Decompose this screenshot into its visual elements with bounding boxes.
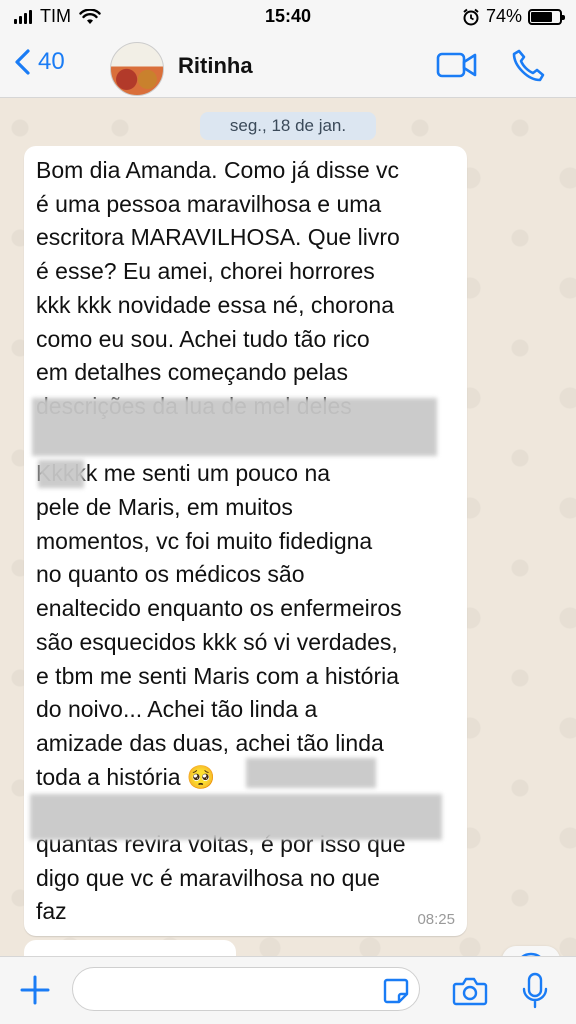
contact-name[interactable]: Ritinha bbox=[178, 53, 253, 79]
sticker-icon[interactable] bbox=[382, 977, 410, 1005]
microphone-icon[interactable] bbox=[520, 971, 550, 1011]
message-time: 08:25 bbox=[417, 911, 455, 928]
message-line: Bom dia Amanda. Como já disse vc bbox=[36, 157, 400, 183]
status-right: 74% bbox=[462, 6, 565, 27]
message-line: digo que vc é maravilhosa no que bbox=[36, 864, 380, 891]
message-line: é uma pessoa maravilhosa e uma bbox=[36, 190, 382, 217]
camera-icon[interactable] bbox=[452, 975, 488, 1007]
message-bubble[interactable]: Bom dia Amanda. Como já disse vc é uma pe… bbox=[24, 146, 467, 936]
message-input[interactable] bbox=[72, 967, 420, 1011]
scroll-down-button[interactable] bbox=[502, 946, 560, 956]
chat-area[interactable]: seg., 18 de jan. Bom dia Amanda. Como já… bbox=[0, 98, 576, 956]
message-line: toda a história 🥺 bbox=[36, 763, 216, 790]
message-line: escritora MARAVILHOSA. Que livro bbox=[36, 224, 400, 251]
chat-header: 40 Ritinha bbox=[0, 36, 576, 98]
unread-count: 40 bbox=[38, 48, 65, 75]
plus-icon[interactable] bbox=[18, 973, 52, 1007]
phone-call-icon[interactable] bbox=[510, 48, 546, 84]
message-line: kkk kkk novidade essa né, chorona bbox=[36, 291, 394, 318]
message-line: momentos, vc foi muito fidedigna bbox=[36, 527, 373, 554]
alarm-icon bbox=[463, 8, 479, 25]
message-line: Kkkkk me senti um pouco na bbox=[36, 460, 331, 487]
battery-icon bbox=[528, 8, 565, 25]
next-message-bubble[interactable] bbox=[24, 940, 236, 956]
message-line: do noivo... Achei tão linda a bbox=[36, 696, 318, 723]
message-line: são esquecidos kkk só vi verdades, bbox=[36, 628, 398, 655]
redacted-area bbox=[246, 758, 376, 788]
video-call-icon[interactable] bbox=[436, 50, 478, 80]
message-line: é esse? Eu amei, chorei horrores bbox=[36, 258, 375, 285]
message-line: e tbm me senti Maris com a história bbox=[36, 662, 400, 689]
redacted-area bbox=[30, 794, 442, 840]
message-line: amizade das duas, achei tão linda bbox=[36, 729, 384, 756]
redacted-area bbox=[38, 460, 84, 488]
date-label: seg., 18 de jan. bbox=[200, 112, 376, 140]
back-button[interactable]: 40 bbox=[12, 48, 65, 76]
contact-avatar[interactable] bbox=[110, 42, 164, 96]
message-line: como eu sou. Achei tudo tão rico bbox=[36, 325, 370, 352]
status-bar: TIM 15:40 74% bbox=[0, 0, 576, 36]
message-line: faz bbox=[36, 898, 67, 925]
message-line: pele de Maris, em muitos bbox=[36, 494, 293, 521]
message-line: em detalhes começando pelas bbox=[36, 359, 348, 386]
redacted-area bbox=[32, 398, 437, 456]
battery-percent: 74% bbox=[485, 6, 522, 26]
message-line: no quanto os médicos são bbox=[36, 561, 305, 588]
composer-bar bbox=[0, 956, 576, 1024]
message-line: enaltecido enquanto os enfermeiros bbox=[36, 595, 402, 622]
battery-fill bbox=[531, 11, 552, 22]
chevron-left-icon bbox=[15, 49, 30, 75]
